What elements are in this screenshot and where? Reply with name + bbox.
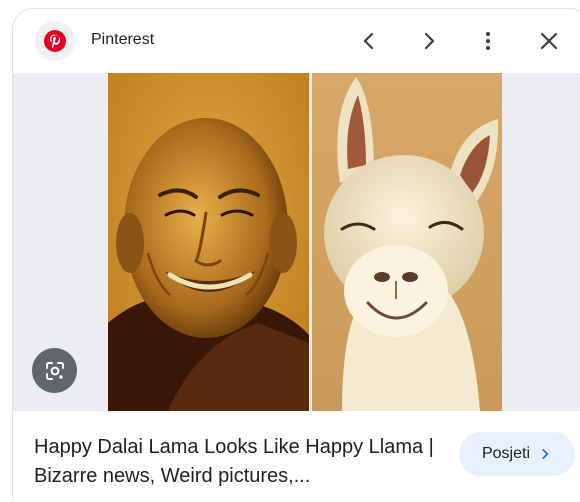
dalai-lama-photo xyxy=(108,73,309,411)
preview-image[interactable] xyxy=(13,73,580,411)
source-favicon[interactable] xyxy=(35,21,75,61)
close-button[interactable] xyxy=(535,27,563,55)
visit-button-label: Posjeti xyxy=(481,445,531,462)
result-title[interactable]: Happy Dalai Lama Looks Like Happy Llama … xyxy=(34,433,434,491)
google-lens-icon xyxy=(45,361,64,380)
pinterest-logo-icon xyxy=(44,30,66,52)
source-site-name[interactable]: Pinterest xyxy=(91,31,154,49)
close-icon xyxy=(540,32,558,50)
previous-button[interactable] xyxy=(355,27,383,55)
llama-photo xyxy=(312,73,502,411)
preview-header: Pinterest xyxy=(13,9,580,73)
google-lens-button[interactable] xyxy=(32,348,77,393)
next-button[interactable] xyxy=(415,27,443,55)
chevron-right-icon xyxy=(424,32,435,50)
image-preview-panel: Pinterest Happy Dalai Lama Looks Like Ha… xyxy=(12,8,580,502)
more-vertical-icon xyxy=(486,32,490,50)
more-options-button[interactable] xyxy=(474,27,502,55)
chevron-left-icon xyxy=(363,32,374,50)
chevron-right-icon xyxy=(542,449,549,459)
visit-button[interactable]: Posjeti xyxy=(459,432,575,476)
